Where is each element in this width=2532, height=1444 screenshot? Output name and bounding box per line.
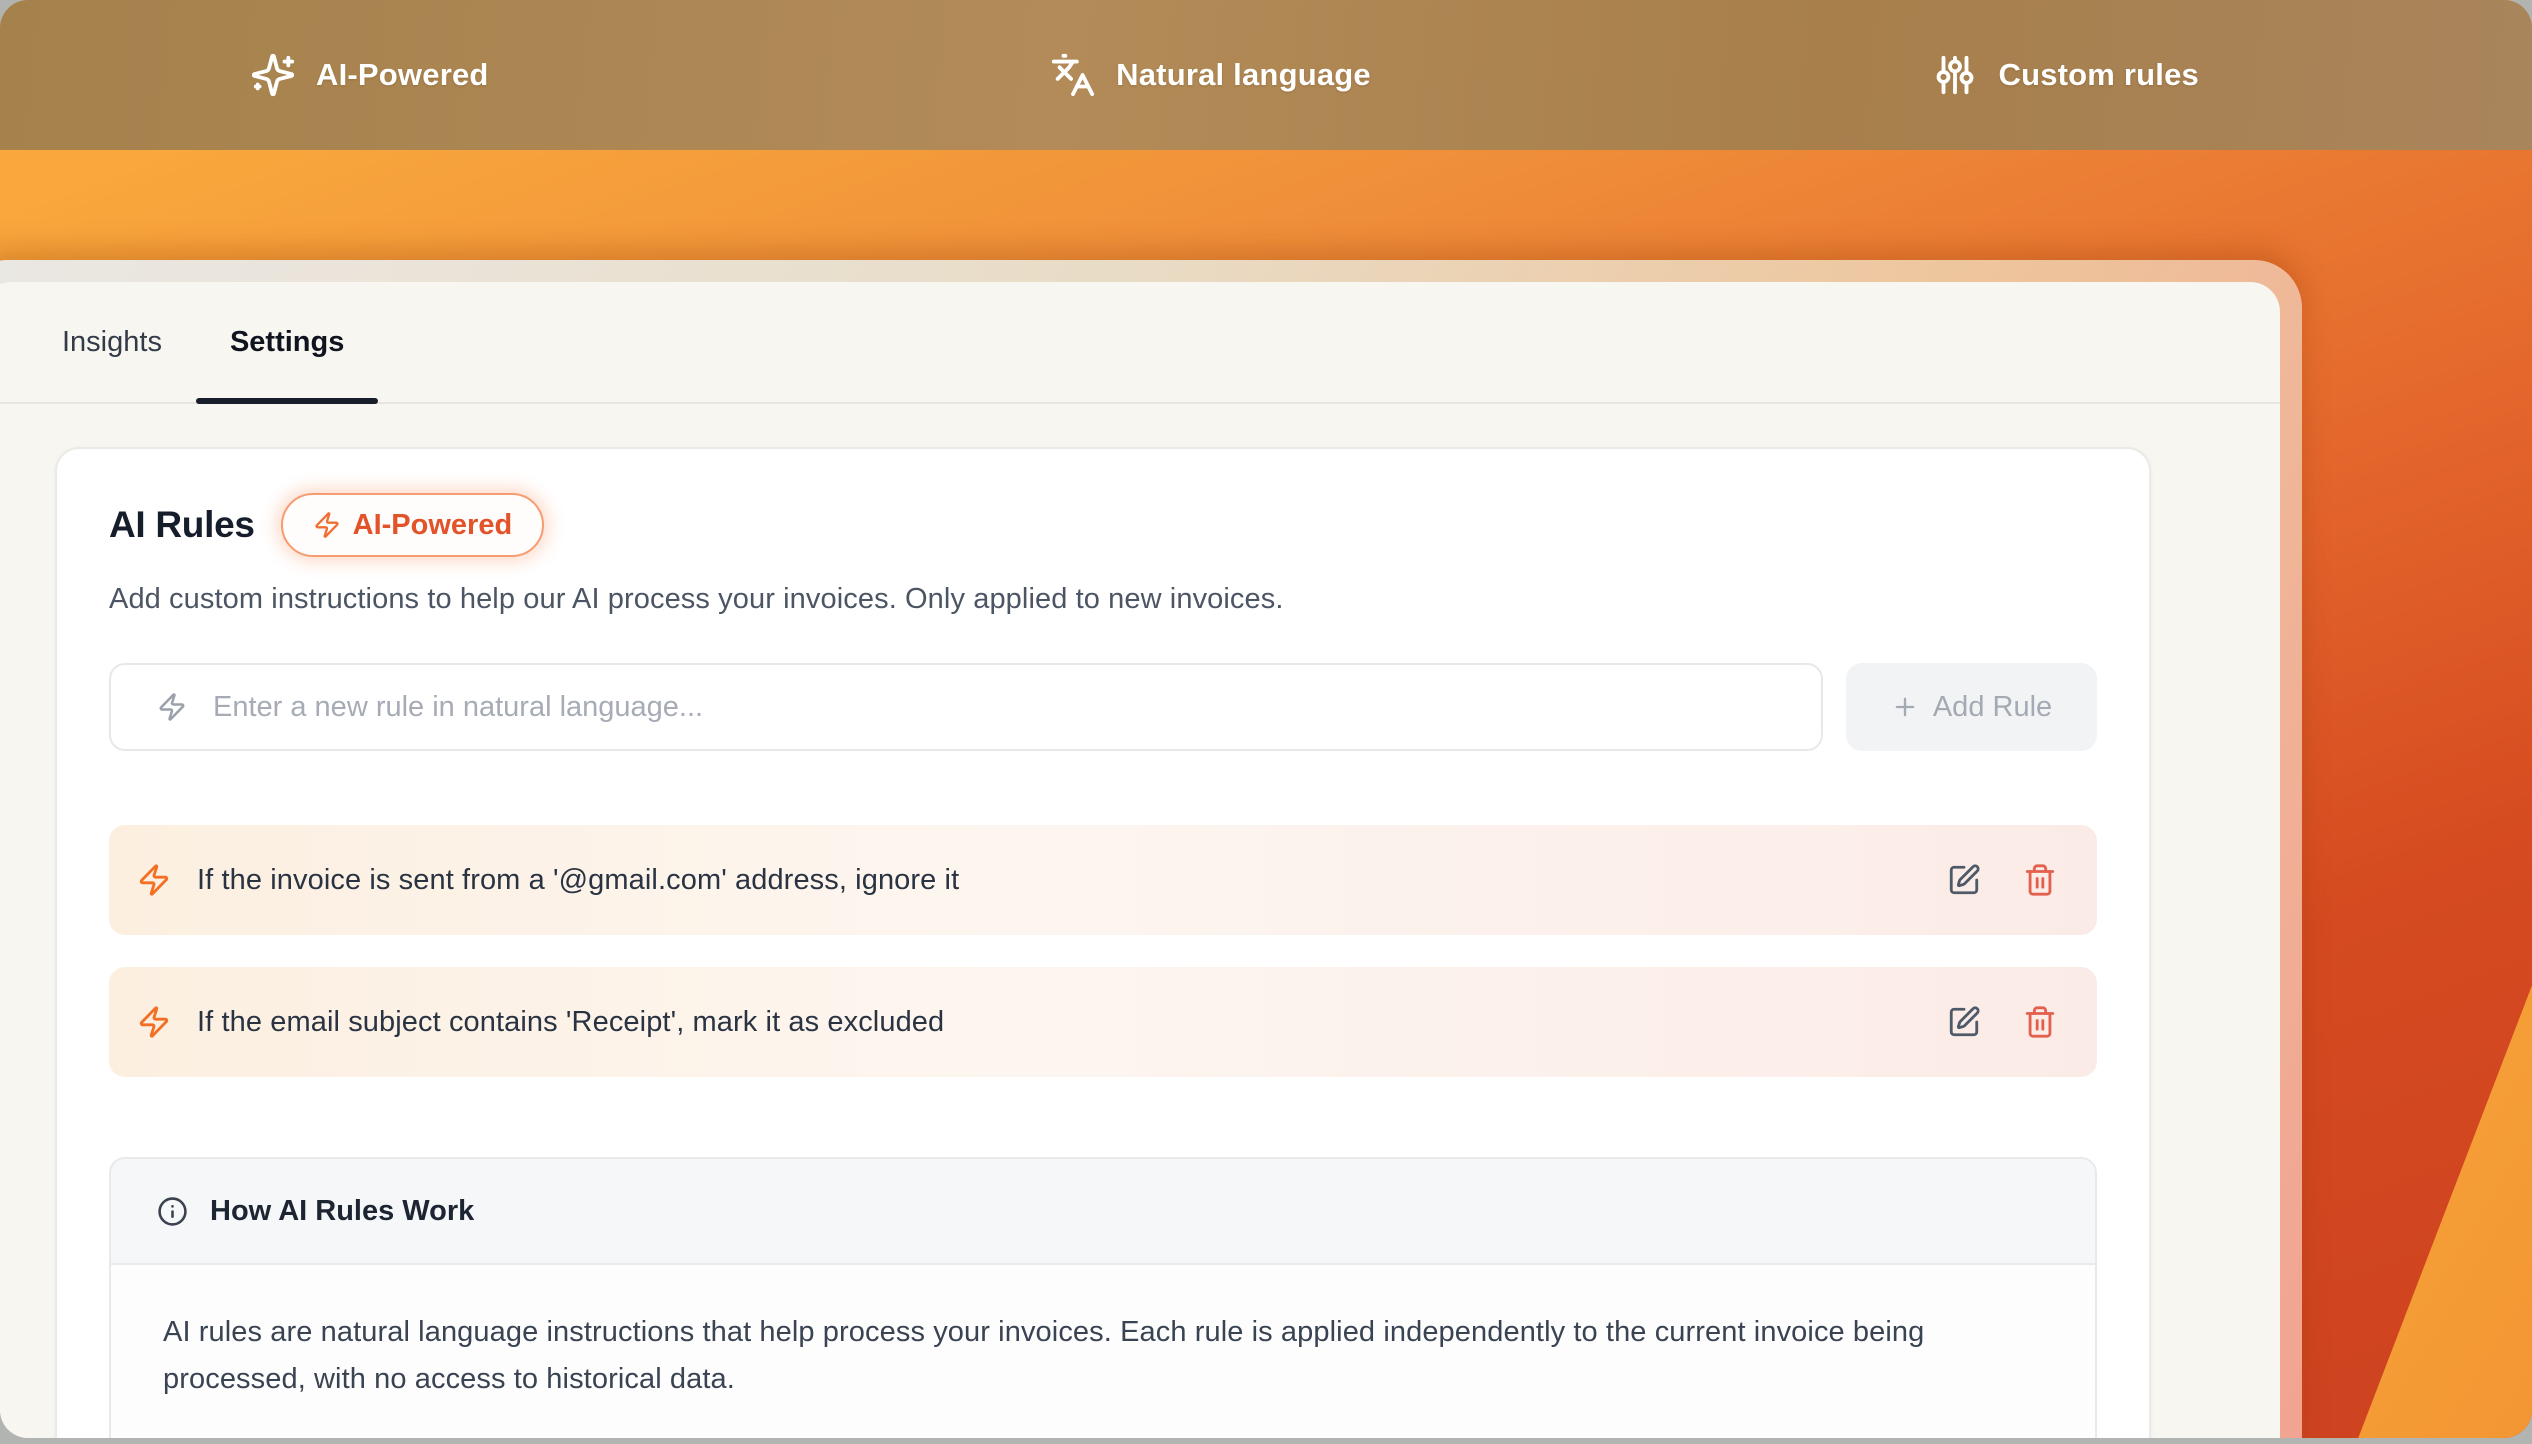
features-banner: AI-Powered Natural language Custom rules xyxy=(0,0,2532,150)
add-rule-button[interactable]: Add Rule xyxy=(1846,663,2097,751)
languages-icon xyxy=(1050,52,1096,98)
rule-input-wrapper xyxy=(109,663,1823,751)
tab-settings[interactable]: Settings xyxy=(230,282,344,402)
how-rules-work-text: AI rules are natural language instructio… xyxy=(163,1309,1993,1403)
rule-actions xyxy=(1947,863,2057,897)
rule-text: If the invoice is sent from a '@gmail.co… xyxy=(197,864,1921,897)
feature-label: Natural language xyxy=(1116,57,1371,93)
rule-input[interactable] xyxy=(213,691,1791,724)
rule-row: If the invoice is sent from a '@gmail.co… xyxy=(109,825,2097,935)
feature-ai-powered: AI-Powered xyxy=(250,52,489,98)
tab-bar: Insights Settings xyxy=(0,282,2280,404)
zap-icon xyxy=(137,863,171,897)
add-rule-label: Add Rule xyxy=(1933,691,2052,724)
edit-rule-button[interactable] xyxy=(1947,863,1981,897)
how-rules-work-body: AI rules are natural language instructio… xyxy=(111,1265,2095,1438)
page-title: AI Rules xyxy=(109,504,255,546)
ai-rules-card: AI Rules AI-Powered Add custom instructi… xyxy=(55,447,2151,1438)
rule-text: If the email subject contains 'Receipt',… xyxy=(197,1006,1921,1039)
delete-rule-button[interactable] xyxy=(2023,1005,2057,1039)
tab-label: Settings xyxy=(230,326,344,359)
sliders-icon xyxy=(1932,52,1978,98)
trash-icon xyxy=(2023,863,2057,897)
ai-powered-badge: AI-Powered xyxy=(281,493,545,557)
feature-label: Custom rules xyxy=(1998,57,2199,93)
edit-rule-button[interactable] xyxy=(1947,1005,1981,1039)
how-rules-work-panel: How AI Rules Work AI rules are natural l… xyxy=(109,1157,2097,1438)
trash-icon xyxy=(2023,1005,2057,1039)
zap-icon xyxy=(157,692,187,722)
card-header: AI Rules AI-Powered xyxy=(109,493,2097,557)
wallpaper-diagonal-band xyxy=(2309,632,2532,1438)
delete-rule-button[interactable] xyxy=(2023,863,2057,897)
feature-natural-language: Natural language xyxy=(1050,52,1371,98)
card-description: Add custom instructions to help our AI p… xyxy=(109,583,2097,616)
desktop-screen: AI-Powered Natural language Custom rules… xyxy=(0,0,2532,1438)
how-rules-work-title: How AI Rules Work xyxy=(210,1195,474,1228)
app-window-content: Insights Settings AI Rules AI-Powered xyxy=(0,282,2280,1438)
tab-label: Insights xyxy=(62,326,162,359)
info-icon xyxy=(157,1196,188,1227)
feature-custom-rules: Custom rules xyxy=(1932,52,2199,98)
feature-label: AI-Powered xyxy=(316,57,489,93)
rules-list: If the invoice is sent from a '@gmail.co… xyxy=(109,825,2097,1077)
badge-label: AI-Powered xyxy=(353,509,513,542)
rule-actions xyxy=(1947,1005,2057,1039)
app-window: Insights Settings AI Rules AI-Powered xyxy=(0,260,2302,1438)
zap-icon xyxy=(313,511,341,539)
how-rules-work-header: How AI Rules Work xyxy=(111,1159,2095,1265)
plus-icon xyxy=(1891,693,1919,721)
rule-row: If the email subject contains 'Receipt',… xyxy=(109,967,2097,1077)
zap-icon xyxy=(137,1005,171,1039)
new-rule-row: Add Rule xyxy=(109,663,2097,751)
edit-icon xyxy=(1947,863,1981,897)
edit-icon xyxy=(1947,1005,1981,1039)
sparkles-icon xyxy=(250,52,296,98)
tab-insights[interactable]: Insights xyxy=(62,282,162,402)
